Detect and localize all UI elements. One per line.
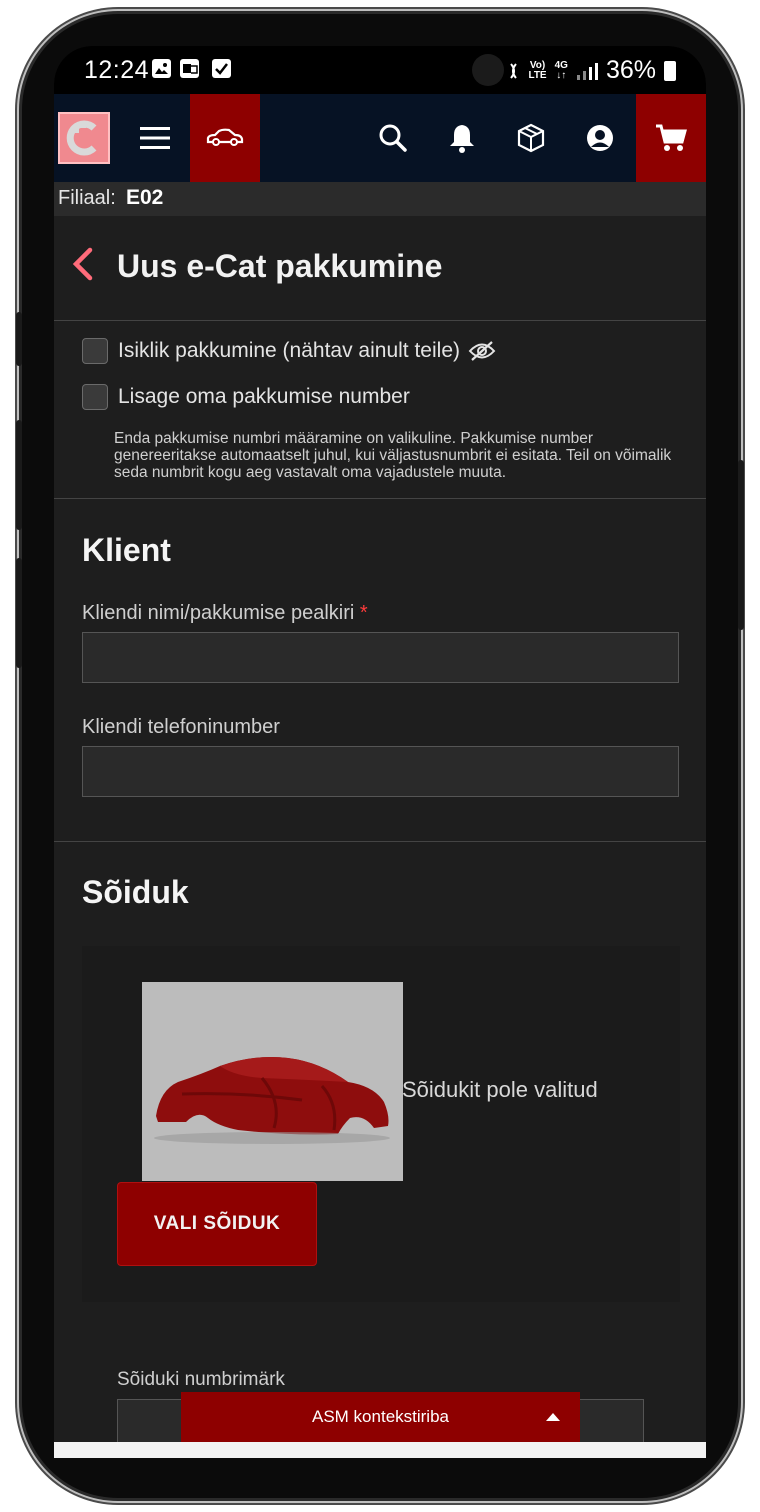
orders-button[interactable] xyxy=(498,94,564,182)
cart-icon xyxy=(656,124,687,151)
notifications-button[interactable] xyxy=(429,94,495,182)
menu-icon xyxy=(140,127,170,149)
battery-percent: 36% xyxy=(605,56,656,84)
eye-off-icon xyxy=(468,341,496,361)
menu-button[interactable] xyxy=(122,94,188,182)
network-type: 4G ↓↑ xyxy=(554,59,568,81)
screen-bottom-edge xyxy=(54,1442,706,1458)
plate-label: Sõiduki numbrimärk xyxy=(117,1369,285,1390)
nfc-icon xyxy=(510,62,518,79)
client-section-title: Klient xyxy=(82,532,171,568)
gallery-notification-icon xyxy=(152,59,171,78)
signal-icon xyxy=(576,62,598,80)
volume-button xyxy=(16,558,22,668)
volume-button xyxy=(16,420,22,530)
private-offer-checkbox[interactable] xyxy=(82,338,108,364)
cart-button[interactable] xyxy=(636,94,706,182)
private-offer-option[interactable]: Isiklik pakkumine (nähtav ainult teile) xyxy=(82,338,496,364)
client-name-input[interactable] xyxy=(82,632,679,683)
vehicle-section-title: Sõiduk xyxy=(82,874,189,910)
page-header: Uus e-Cat pakkumine xyxy=(54,216,706,321)
caret-up-icon[interactable] xyxy=(546,1413,560,1421)
power-button xyxy=(738,460,744,630)
select-vehicle-button[interactable]: VALI SÕIDUK xyxy=(117,1182,317,1266)
search-button[interactable] xyxy=(360,94,426,182)
front-camera xyxy=(472,54,504,86)
offer-number-help-text: Enda pakkumise numbri määramine on valik… xyxy=(114,430,672,481)
car-icon xyxy=(206,128,244,146)
volte-indicator: Vo) LTE xyxy=(528,59,547,81)
bell-icon xyxy=(450,125,474,153)
custom-number-checkbox[interactable] xyxy=(82,384,108,410)
asm-context-bar[interactable]: ASM kontekstiriba xyxy=(181,1392,580,1442)
status-time: 12:24 xyxy=(84,56,150,84)
covered-car-image xyxy=(142,982,403,1181)
outlook-notification-icon xyxy=(180,59,199,78)
custom-number-option[interactable]: Lisage oma pakkumise number xyxy=(82,384,410,410)
page-title: Uus e-Cat pakkumine xyxy=(117,248,443,284)
package-icon xyxy=(517,123,545,153)
client-phone-input[interactable] xyxy=(82,746,679,797)
logo-icon[interactable] xyxy=(58,112,110,164)
section-divider xyxy=(54,841,706,842)
asm-context-label: ASM kontekstiriba xyxy=(312,1407,449,1426)
vehicle-button[interactable] xyxy=(190,94,260,182)
branch-bar: Filiaal: E02 xyxy=(54,182,706,216)
user-icon xyxy=(587,125,613,151)
status-indicators: Vo) LTE 4G ↓↑ 36% xyxy=(508,56,676,85)
branch-label: Filiaal: xyxy=(58,187,116,209)
branch-value: E02 xyxy=(126,186,164,209)
screen: 12:24 Vo) LTE 4G ↓↑ 36% Filiaal: E02 Uus… xyxy=(54,46,706,1442)
client-phone-label: Kliendi telefoninumber xyxy=(82,716,280,738)
section-divider xyxy=(54,498,706,499)
account-button[interactable] xyxy=(567,94,633,182)
custom-number-label: Lisage oma pakkumise number xyxy=(118,385,410,408)
status-bar: 12:24 Vo) LTE 4G ↓↑ 36% xyxy=(54,46,706,104)
battery-icon xyxy=(664,60,676,81)
no-vehicle-text: Sõidukit pole valitud xyxy=(402,1077,598,1102)
client-name-label: Kliendi nimi/pakkumise pealkiri * xyxy=(82,602,368,624)
top-navigation xyxy=(54,94,706,182)
search-icon xyxy=(379,124,407,152)
private-offer-label: Isiklik pakkumine (nähtav ainult teile) xyxy=(118,339,460,362)
back-chevron-icon[interactable] xyxy=(70,246,96,282)
volume-button xyxy=(16,312,22,366)
check-notification-icon xyxy=(212,59,231,78)
required-mark: * xyxy=(359,602,368,624)
